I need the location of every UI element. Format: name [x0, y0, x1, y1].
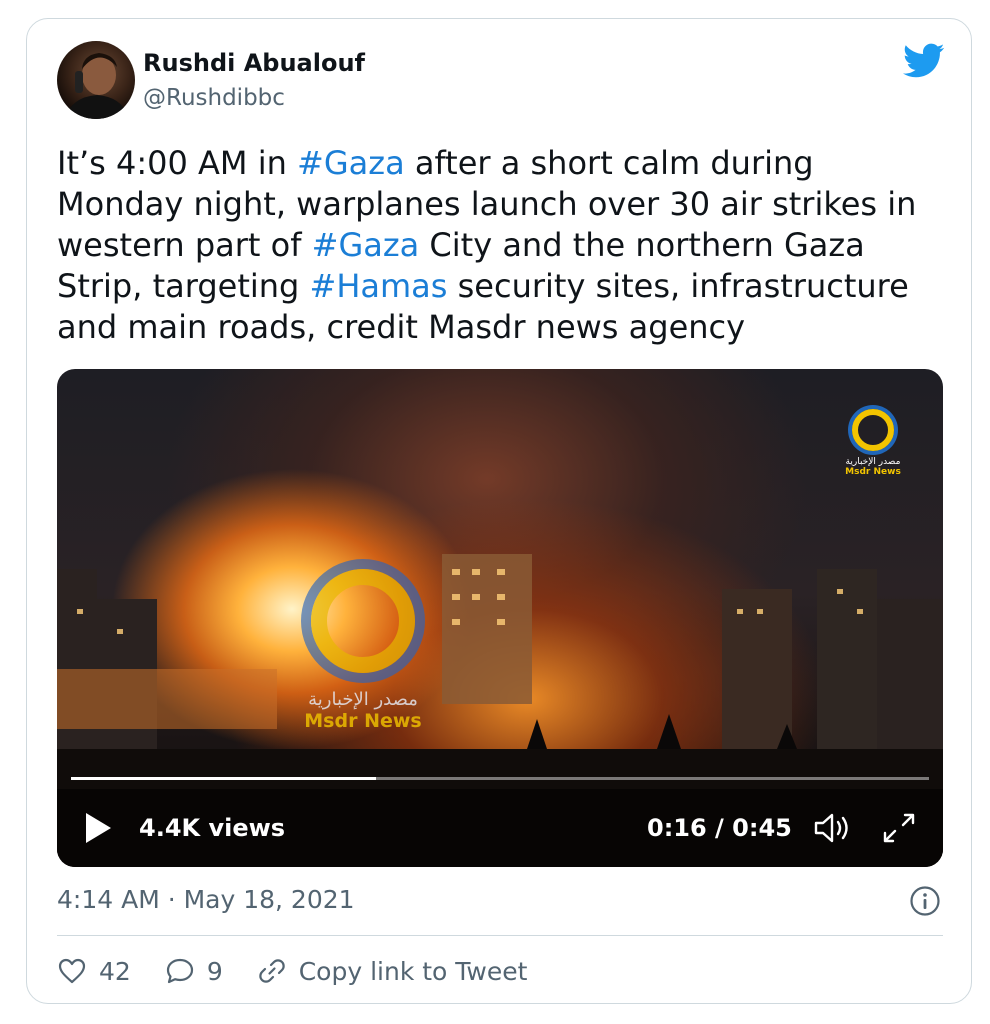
- video-progress-fill: [71, 777, 377, 780]
- tweet-card: Rushdi Abualouf @Rushdibbc It’s 4:00 AM …: [26, 18, 972, 1004]
- watermark-logo-small: مصدر الإخبارية Msdr News: [845, 409, 901, 477]
- like-count: 42: [99, 956, 131, 986]
- tweet-text: It’s 4:00 AM in #Gaza after a short calm…: [57, 143, 947, 348]
- tweet-text-segment: It’s 4:00 AM in: [57, 144, 298, 182]
- volume-icon[interactable]: [813, 811, 851, 845]
- watermark-logo-large: مصدر الإخبارية Msdr News: [293, 569, 433, 732]
- watermark-english: Msdr News: [845, 467, 901, 477]
- watermark-english: Msdr News: [304, 710, 422, 732]
- link-icon: [258, 959, 285, 983]
- reply-icon: [166, 958, 193, 984]
- heart-icon: [58, 958, 86, 984]
- tweet-actions: 42 9 Copy link to Tweet: [57, 953, 561, 989]
- info-icon[interactable]: [909, 885, 941, 917]
- fullscreen-icon[interactable]: [881, 811, 917, 845]
- like-button[interactable]: 42: [57, 956, 131, 986]
- twitter-bird-icon[interactable]: [903, 43, 945, 79]
- watermark-ring-icon: [311, 569, 415, 673]
- video-progress-bar[interactable]: [71, 777, 929, 780]
- video-player[interactable]: مصدر الإخبارية Msdr News مصدر الإخبارية …: [57, 369, 943, 867]
- avatar[interactable]: [57, 41, 135, 119]
- city-skyline-image: [57, 554, 943, 867]
- copy-link-button[interactable]: Copy link to Tweet: [257, 956, 528, 986]
- watermark-ring-icon: [852, 409, 894, 451]
- author-name[interactable]: Rushdi Abualouf: [143, 49, 365, 77]
- video-time: 0:16 / 0:45: [647, 814, 792, 842]
- tweet-timestamp[interactable]: 4:14 AM · May 18, 2021: [57, 885, 355, 914]
- play-icon[interactable]: [83, 811, 113, 845]
- hashtag-hamas-link[interactable]: #Hamas: [310, 267, 448, 305]
- copy-link-label: Copy link to Tweet: [298, 956, 528, 986]
- reply-count: 9: [206, 956, 223, 986]
- watermark-arabic: مصدر الإخبارية: [845, 457, 901, 467]
- author-handle[interactable]: @Rushdibbc: [143, 85, 285, 111]
- hashtag-gaza-link[interactable]: #Gaza: [297, 144, 405, 182]
- hashtag-gaza-link[interactable]: #Gaza: [312, 226, 420, 264]
- view-count: 4.4K views: [139, 814, 286, 842]
- reply-button[interactable]: 9: [165, 956, 223, 986]
- divider: [57, 935, 943, 936]
- watermark-arabic: مصدر الإخبارية: [308, 689, 418, 710]
